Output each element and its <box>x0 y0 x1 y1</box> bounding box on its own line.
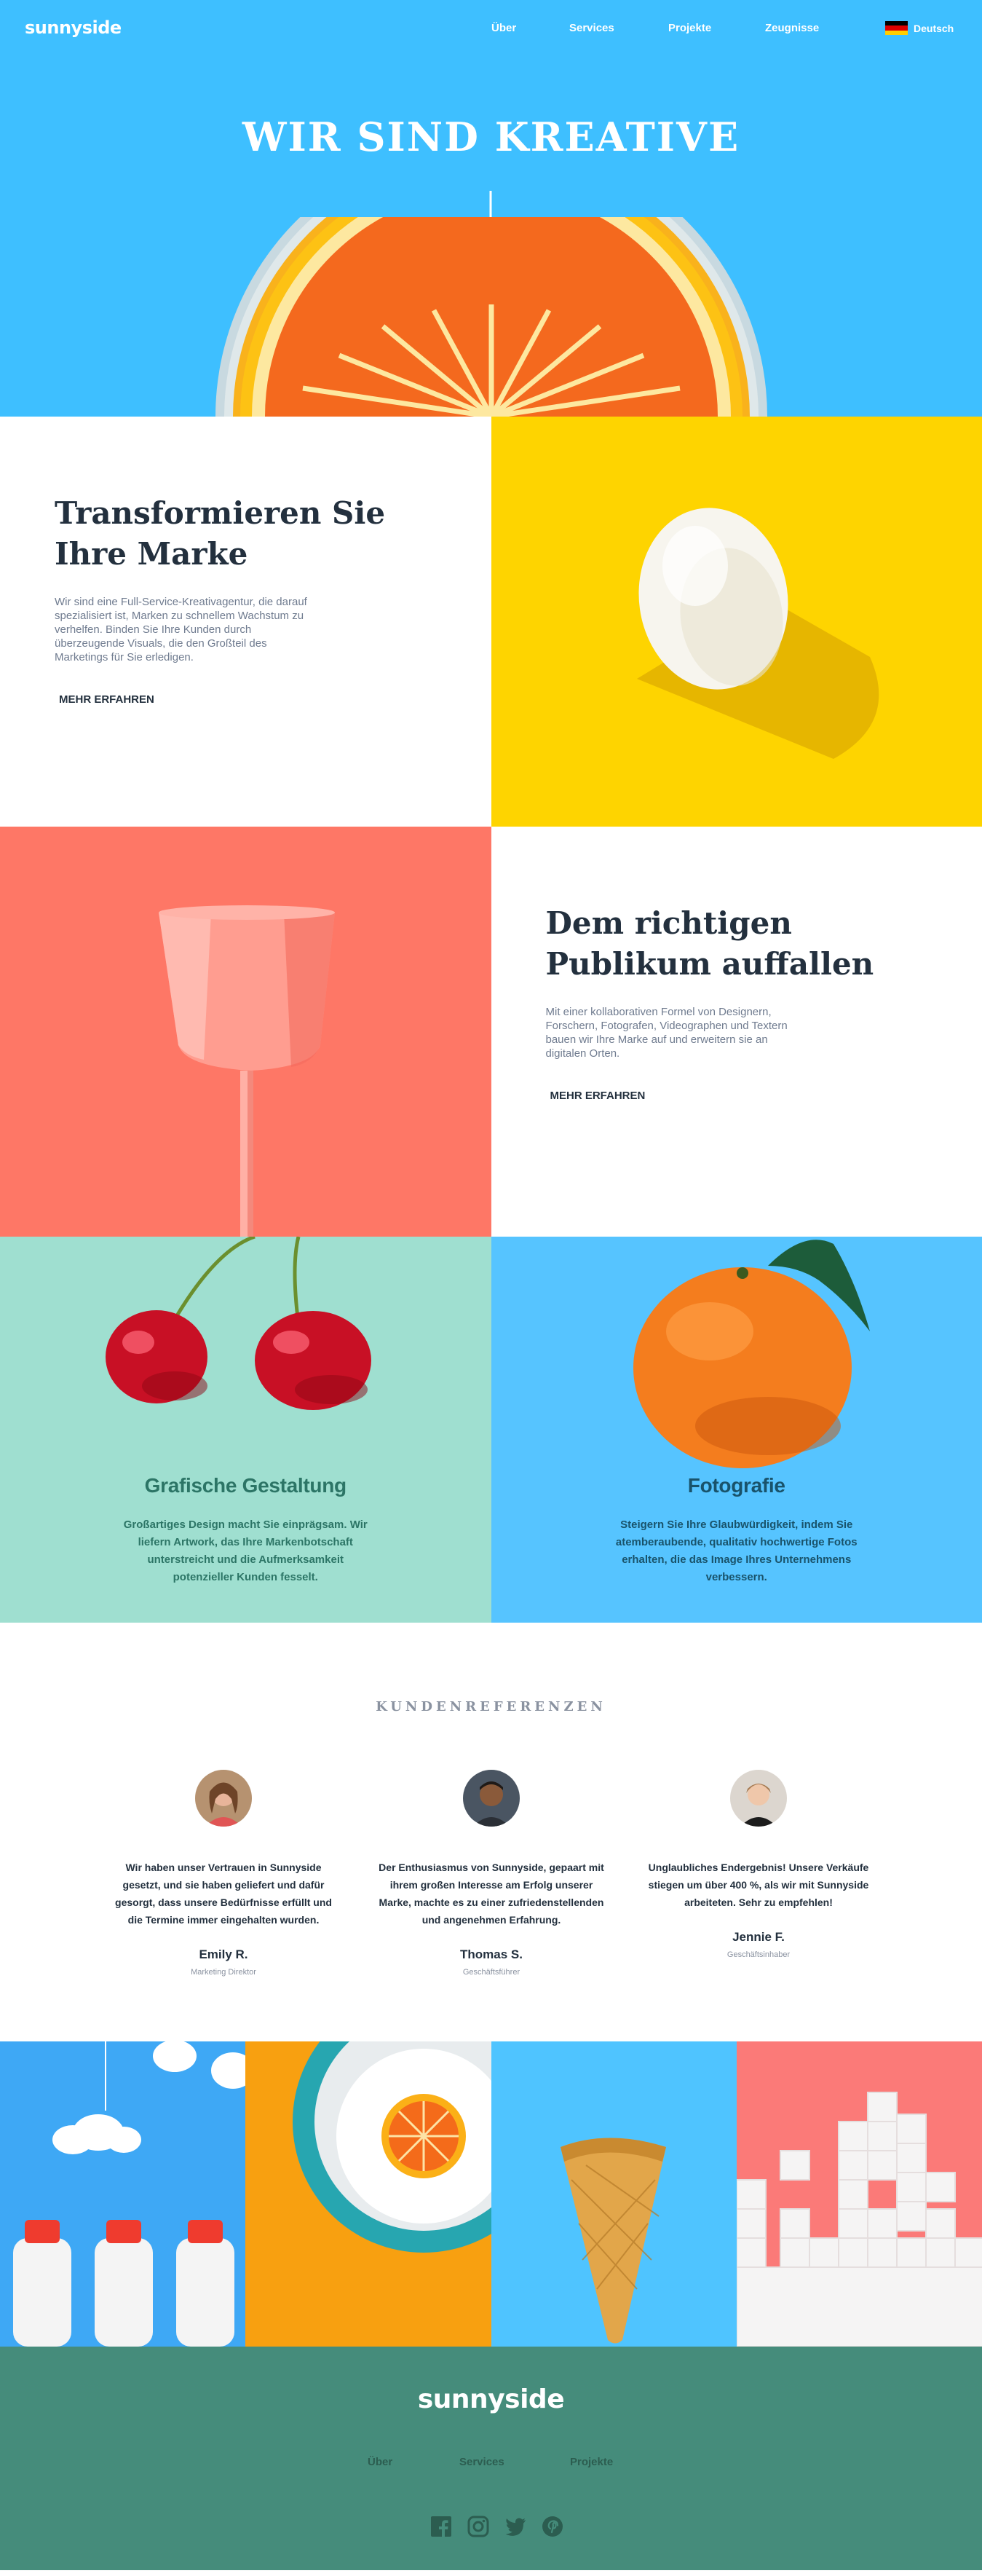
gallery-orange-plate-image <box>245 2041 491 2347</box>
testimonial-name: Jennie F. <box>732 1930 785 1944</box>
footer-logo[interactable]: sunnyside <box>0 2384 982 2414</box>
transform-text-panel: Transformieren Sie Ihre Marke Wir sind e… <box>0 417 491 827</box>
nav-link-services[interactable]: Services <box>569 22 614 34</box>
nav-link-ueber[interactable]: Über <box>491 22 516 34</box>
testimonial-card: Wir haben unser Vertrauen in Sunnyside g… <box>111 1770 336 1977</box>
testimonial-role: Geschäftsführer <box>462 1968 520 1977</box>
testimonial-name: Emily R. <box>199 1947 248 1961</box>
avatar-emily <box>195 1770 252 1827</box>
audience-heading: Dem richtigen Publikum auffallen <box>545 905 874 982</box>
transform-body: Wir sind eine Full-Service-Kreativagentu… <box>55 596 307 663</box>
avatar-jennie <box>730 1770 787 1827</box>
nav-link-projekte[interactable]: Projekte <box>668 22 711 34</box>
testimonial-quote: Der Enthusiasmus von Sunnyside, gepaart … <box>379 1862 604 1926</box>
testimonial-quote: Unglaubliches Endergebnis! Unsere Verkäu… <box>648 1862 869 1908</box>
instagram-icon[interactable] <box>467 2515 490 2538</box>
top-navigation: sunnyside Über Services Projekte Zeugnis… <box>0 0 982 58</box>
hero-section: sunnyside Über Services Projekte Zeugnis… <box>0 0 982 417</box>
site-footer: sunnyside Über Services Projekte <box>0 2347 982 2570</box>
gallery-ice-cream-cone-image <box>491 2041 737 2347</box>
footer-link-ueber[interactable]: Über <box>368 2456 392 2468</box>
footer-link-services[interactable]: Services <box>459 2456 504 2468</box>
transform-heading: Transformieren Sie Ihre Marke <box>55 495 386 572</box>
glass-image <box>0 827 491 1237</box>
transform-section: Transformieren Sie Ihre Marke Wir sind e… <box>0 417 982 827</box>
orange-slice-image <box>215 217 767 417</box>
testimonial-role: Marketing Direktor <box>191 1968 256 1977</box>
feature-body-graphic-design: Großartiges Design macht Sie einprägsam.… <box>123 1519 368 1583</box>
audience-text-panel: Dem richtigen Publikum auffallen Mit ein… <box>491 827 982 1237</box>
testimonial-name: Thomas S. <box>460 1947 523 1961</box>
site-logo[interactable]: sunnyside <box>25 17 122 38</box>
feature-title-photography: Fotografie <box>687 1474 785 1497</box>
feature-title-graphic-design: Grafische Gestaltung <box>144 1474 347 1497</box>
testimonial-role: Geschäftsinhaber <box>726 1950 791 1959</box>
testimonials-heading: KUNDENREFERENZEN <box>376 1699 606 1714</box>
testimonial-card: Der Enthusiasmus von Sunnyside, gepaart … <box>379 1770 604 1977</box>
germany-flag-icon <box>885 21 908 35</box>
audience-section: Dem richtigen Publikum auffallen Mit ein… <box>0 827 982 1237</box>
facebook-icon[interactable] <box>429 2515 453 2538</box>
audience-learn-more-link[interactable]: MEHR ERFAHREN <box>539 1090 656 1102</box>
footer-link-projekte[interactable]: Projekte <box>570 2456 613 2468</box>
hero-title: WIR SIND KREATIVE <box>242 114 740 160</box>
feature-card-photography: Fotografie Steigern Sie Ihre Glaubwürdig… <box>491 1237 982 1623</box>
feature-body-photography: Steigern Sie Ihre Glaubwürdigkeit, indem… <box>615 1519 858 1583</box>
gallery-section <box>0 2041 982 2347</box>
language-label: Deutsch <box>914 22 954 34</box>
audience-body: Mit einer kollaborativen Formel von Desi… <box>545 1006 788 1060</box>
nav-link-zeugnisse[interactable]: Zeugnisse <box>765 22 819 34</box>
feature-card-graphic-design: Grafische Gestaltung Großartiges Design … <box>0 1237 491 1623</box>
social-links <box>429 2515 564 2538</box>
testimonials-section: KUNDENREFERENZEN Wir haben unser Vertrau… <box>0 1623 982 2041</box>
twitter-icon[interactable] <box>504 2515 527 2538</box>
testimonial-quote: Wir haben unser Vertrauen in Sunnyside g… <box>115 1862 332 1926</box>
pinterest-icon[interactable] <box>541 2515 564 2538</box>
features-section: Grafische Gestaltung Großartiges Design … <box>0 1237 982 1623</box>
avatar-thomas <box>463 1770 520 1827</box>
transform-learn-more-link[interactable]: MEHR ERFAHREN <box>49 693 165 706</box>
gallery-milk-bottles-image <box>0 2041 246 2347</box>
language-selector[interactable]: Deutsch <box>885 21 954 35</box>
testimonial-card: Unglaubliches Endergebnis! Unsere Verkäu… <box>646 1770 871 1959</box>
gallery-sugar-cubes-image <box>736 2041 982 2347</box>
egg-image <box>491 417 982 827</box>
